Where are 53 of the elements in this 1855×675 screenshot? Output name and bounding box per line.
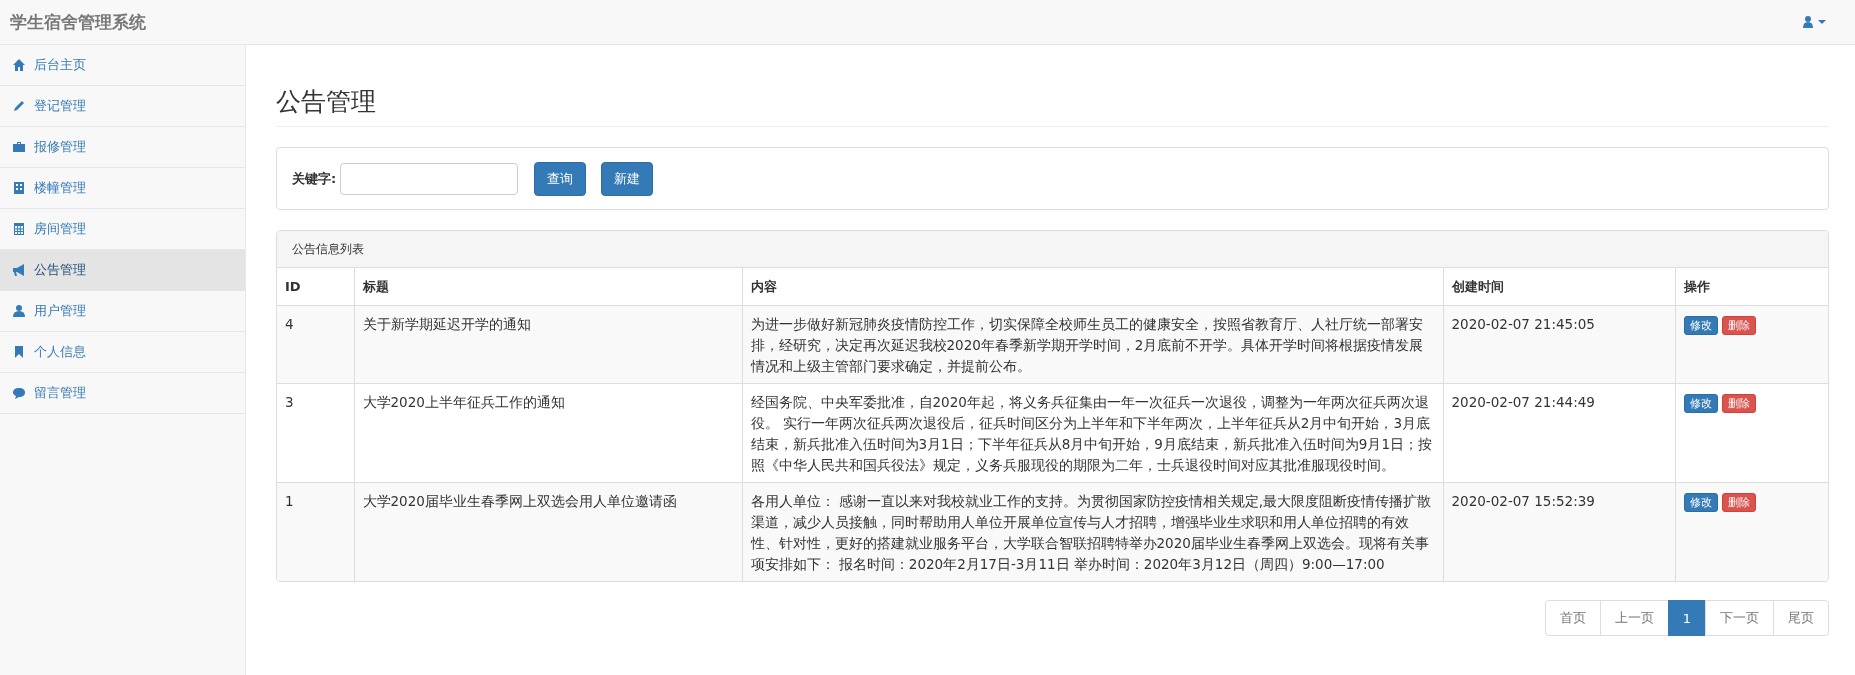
- sidebar-item[interactable]: 登记管理: [0, 86, 245, 127]
- bookmark-icon: [12, 345, 26, 359]
- delete-button[interactable]: 删除: [1721, 493, 1756, 512]
- sidebar-item[interactable]: 报修管理: [0, 127, 245, 168]
- keyword-label: 关键字:: [292, 169, 337, 188]
- column-header: 标题: [354, 268, 742, 306]
- building-icon: [12, 181, 26, 195]
- column-header: 创建时间: [1443, 268, 1675, 306]
- app-brand[interactable]: 学生宿舍管理系统: [10, 10, 146, 34]
- sidebar-item[interactable]: 公告管理: [0, 250, 245, 291]
- search-button[interactable]: 查询: [534, 161, 587, 196]
- column-header: 内容: [742, 268, 1443, 306]
- table-cell: 3: [277, 383, 354, 483]
- sidebar-item[interactable]: 个人信息: [0, 332, 245, 373]
- table-cell: 为进一步做好新冠肺炎疫情防控工作，切实保障全校师生员工的健康安全，按照省教育厅、人社厅统一部署安排，经研究，决定再次延迟我校2020年春季新学期开学时间，2月底前不开学。具体开学时间将根据疫情发展情况和上级主管部门要求确定，并提前公布。: [742, 305, 1443, 384]
- briefcase-icon: [12, 140, 26, 154]
- home-icon: [12, 58, 26, 72]
- table-cell: 各用人单位： 感谢一直以来对我校就业工作的支持。为贯彻国家防控疫情相关规定,最大限度阻断疫情传播扩散渠道，减少人员接触，同时帮助用人单位开展单位宣传与人才招聘，增强毕业生求职和用人单位招聘的有效性、针对性，更好的搭建就业服务平台，大学联合智联招聘特举办2020届毕业生春季网上双选会。现将有关事项安排如下： 报名时间：2020年2月17日-3月11日 举办时间：2020年3月12日（周四）9:00—17:00: [742, 482, 1443, 581]
- table-cell: 大学2020上半年征兵工作的通知: [354, 383, 742, 483]
- keyword-input[interactable]: [340, 162, 519, 195]
- sidebar-item[interactable]: 留言管理: [0, 373, 245, 414]
- pagination-link[interactable]: 1: [1667, 600, 1706, 636]
- table-cell: 4: [277, 305, 354, 384]
- delete-button[interactable]: 删除: [1721, 394, 1756, 413]
- edit-button[interactable]: 修改: [1683, 493, 1718, 512]
- user-icon: [1803, 16, 1827, 28]
- grid-icon: [12, 222, 26, 236]
- column-header: ID: [277, 268, 354, 306]
- edit-button[interactable]: 修改: [1683, 394, 1718, 413]
- pagination-link[interactable]: 上一页: [1599, 600, 1669, 636]
- pagination-link[interactable]: 尾页: [1773, 600, 1829, 636]
- new-button[interactable]: 新建: [601, 161, 654, 196]
- pagination-link[interactable]: 首页: [1544, 600, 1601, 636]
- page-title: 公告管理: [276, 85, 1829, 127]
- bullhorn-icon: [12, 263, 26, 277]
- table-cell: 经国务院、中央军委批准，自2020年起，将义务兵征集由一年一次征兵一次退役，调整为一年两次征兵两次退役。 实行一年两次征兵两次退役后，征兵时间区分为上半年和下半年两次，上半年征兵从2月中旬开始，3月底结束，新兵批准入伍时间为3月1日；下半年征兵从8月中旬开始，9月底结束，新兵批准入伍时间为9月1日；按照《中华人民共和国兵役法》规定，义务兵服现役的期限为二年，士兵退役时间对应其批准服现役时间。: [742, 383, 1443, 483]
- pagination-link[interactable]: 下一页: [1705, 600, 1774, 636]
- edit-button[interactable]: 修改: [1683, 316, 1718, 335]
- delete-button[interactable]: 删除: [1721, 316, 1756, 335]
- comment-icon: [12, 386, 26, 400]
- table-cell: 大学2020届毕业生春季网上双选会用人单位邀请函: [354, 482, 742, 581]
- table-cell: 2020-02-07 21:44:49: [1443, 383, 1675, 483]
- sidebar-item[interactable]: 用户管理: [0, 291, 245, 332]
- panel-heading: 公告信息列表: [277, 231, 1828, 268]
- table-cell: 2020-02-07 15:52:39: [1443, 482, 1675, 581]
- table-cell: 2020-02-07 21:45:05: [1443, 305, 1675, 384]
- column-header: 操作: [1675, 268, 1828, 306]
- table-cell: 1: [277, 482, 354, 581]
- pencil-icon: [12, 99, 26, 113]
- user-icon: [12, 304, 26, 318]
- sidebar-item[interactable]: 后台主页: [0, 45, 245, 86]
- sidebar-item[interactable]: 楼幢管理: [0, 168, 245, 209]
- table-cell: 关于新学期延迟开学的通知: [354, 305, 742, 384]
